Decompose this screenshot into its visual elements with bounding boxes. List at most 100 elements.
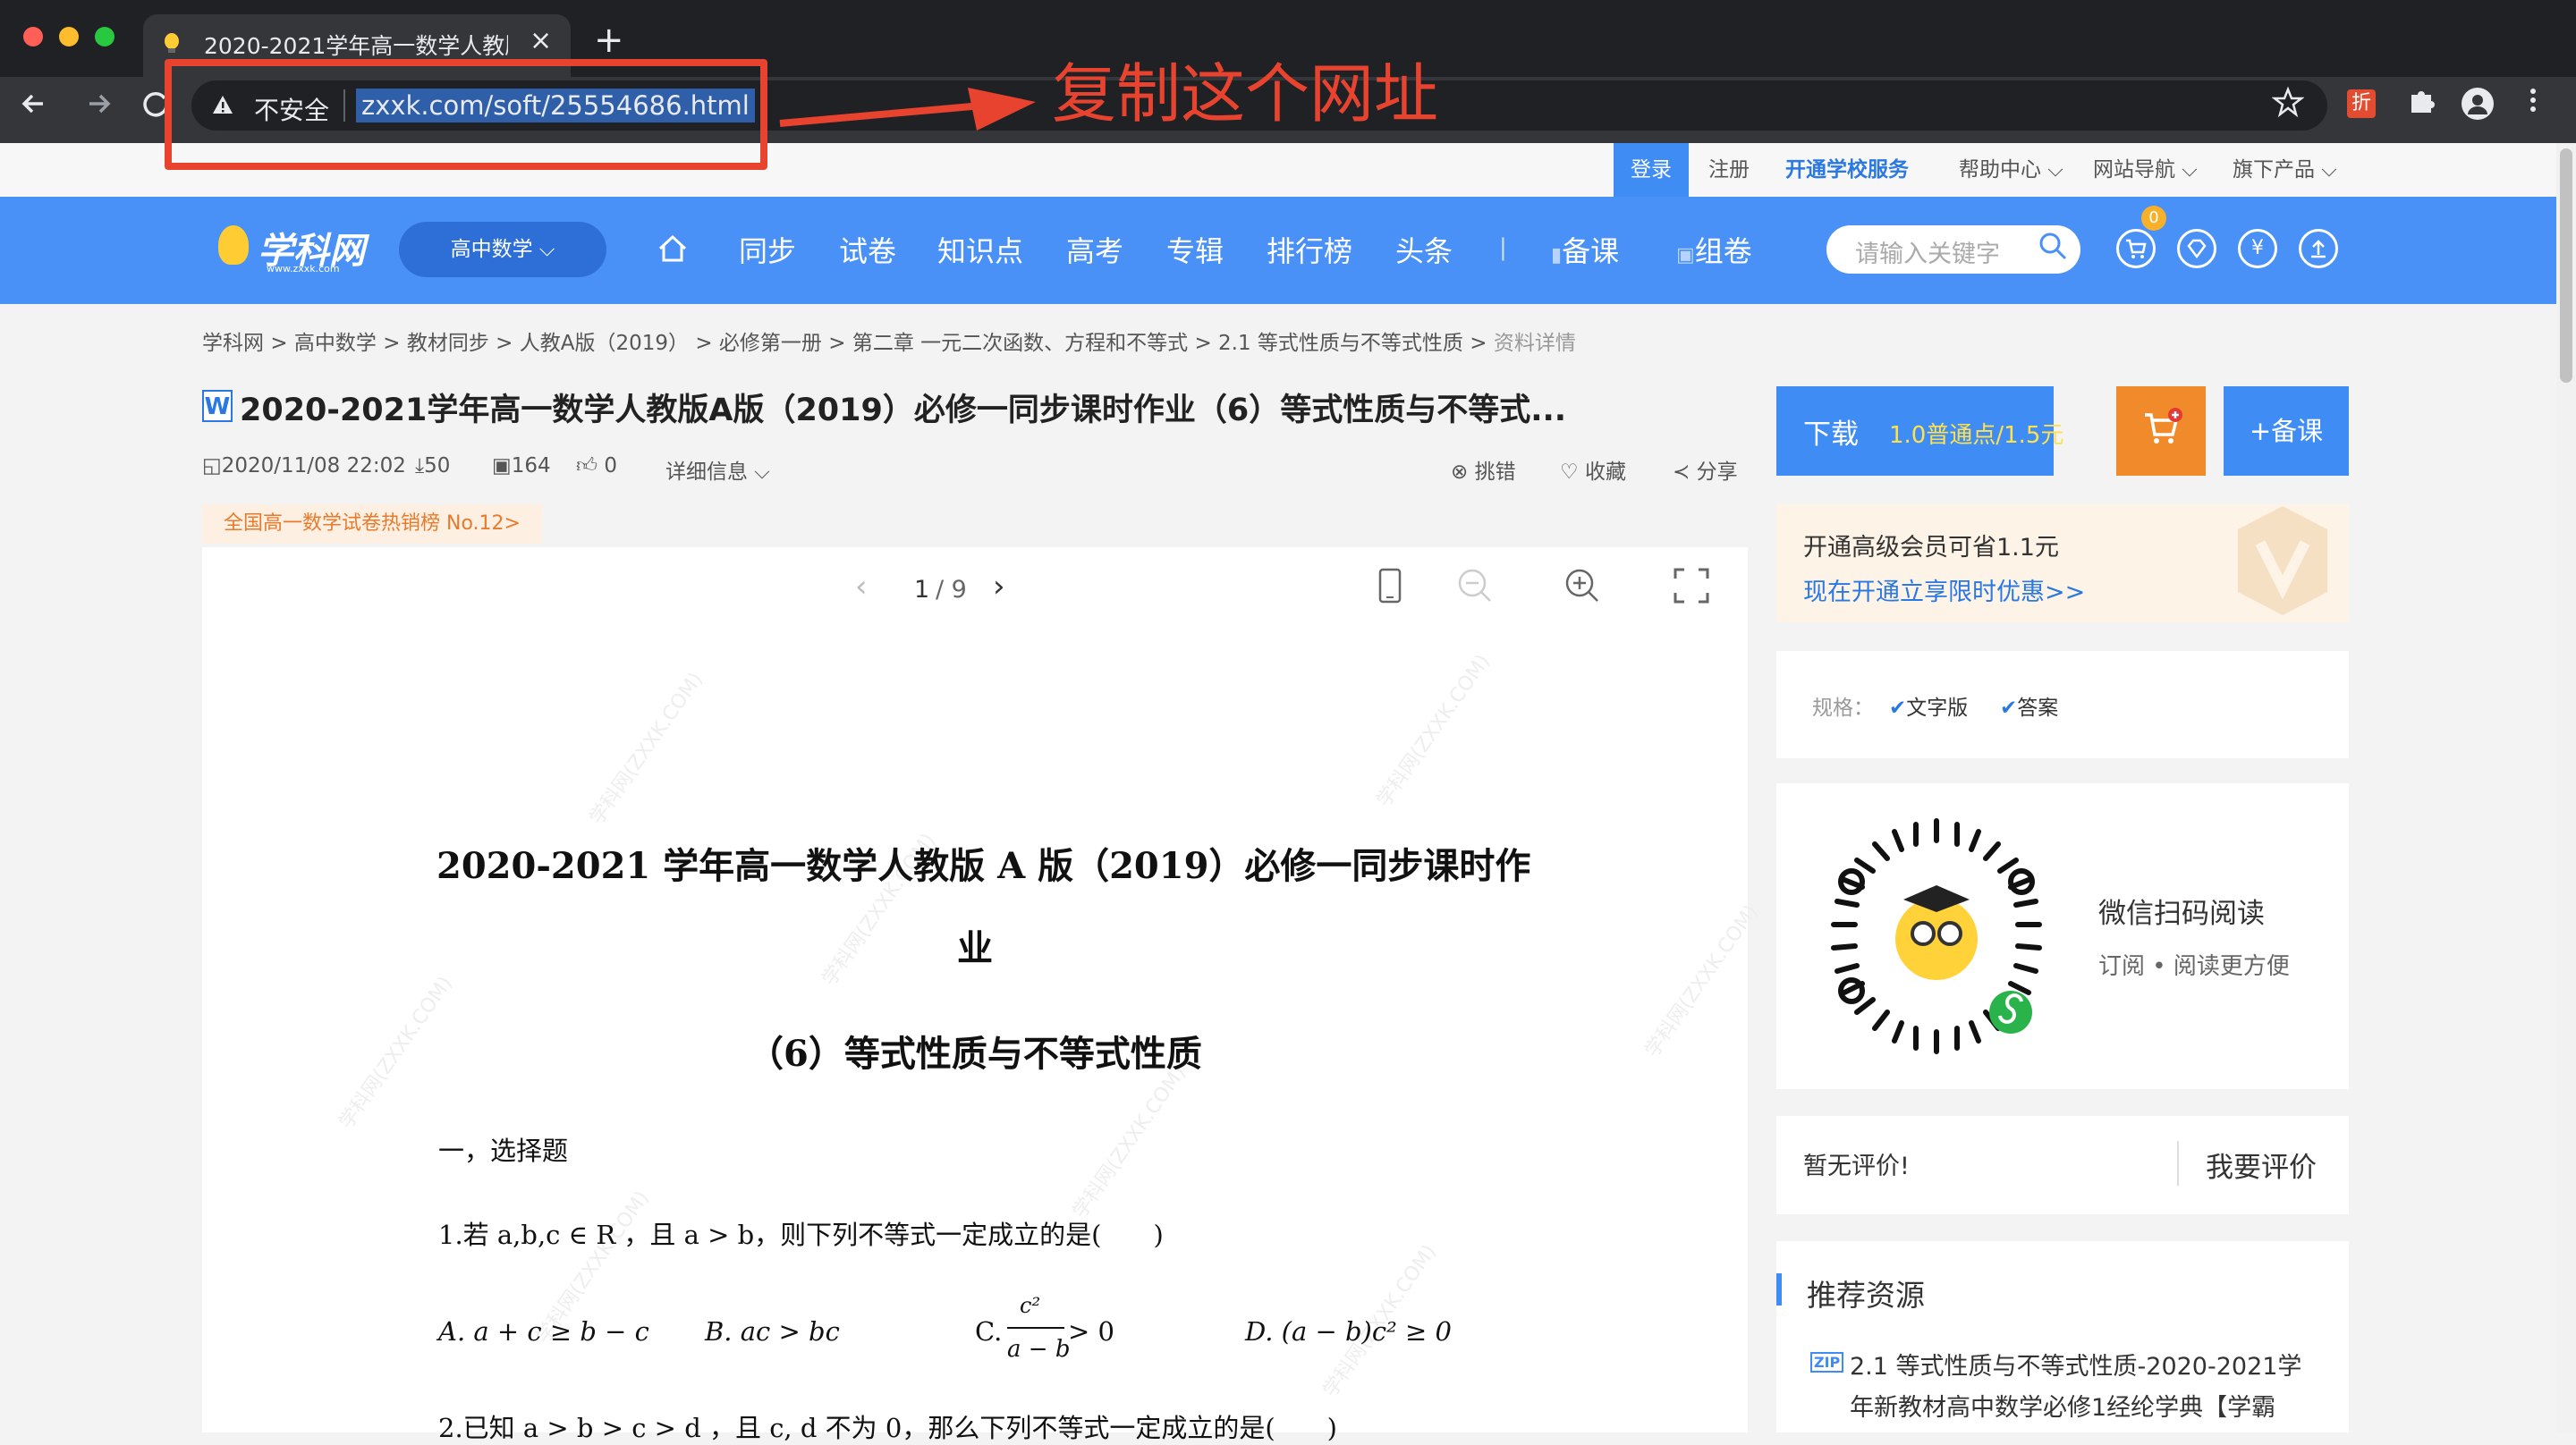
help-center-link[interactable]: 帮助中心 ⌵: [1959, 152, 2063, 182]
hot-rank-tag[interactable]: 全国高一数学试卷热销榜 No.12>: [202, 504, 542, 544]
nav-rankings[interactable]: 排行榜: [1267, 229, 1352, 270]
minimize-window-button[interactable]: [59, 27, 79, 46]
share-button[interactable]: ≺ 分享: [1673, 454, 1738, 485]
nav-headlines[interactable]: 头条: [1395, 229, 1453, 270]
breadcrumb-item[interactable]: 高中数学: [294, 332, 377, 355]
write-review-button[interactable]: 我要评价: [2206, 1145, 2317, 1185]
url-highlight-box: [165, 59, 767, 170]
nav-knowledge[interactable]: 知识点: [937, 229, 1023, 270]
favorite-button[interactable]: ♡ 收藏: [1560, 454, 1626, 485]
extension-zhe-icon[interactable]: 折: [2347, 89, 2376, 118]
view-count: ▣164: [492, 454, 551, 477]
bookmark-star-icon[interactable]: [2271, 86, 2305, 126]
nav-compose-label: 组卷: [1694, 234, 1752, 268]
register-link[interactable]: 注册: [1708, 152, 1750, 182]
option-c-prefix: C.: [975, 1316, 1003, 1347]
cart-icon[interactable]: [2116, 229, 2156, 268]
review-divider: [2177, 1141, 2179, 1186]
question-2: 2.已知 a > b > c > d ，且 c, d 不为 0，那么下列不等式一…: [438, 1413, 1337, 1443]
search-placeholder: 请输入关键字: [1855, 241, 2000, 268]
tab-close-icon[interactable]: ×: [530, 25, 552, 56]
spec-label-text: 规格：: [1812, 697, 1874, 720]
extensions-puzzle-icon[interactable]: [2406, 84, 2438, 124]
compose-icon: ▣: [1676, 244, 1695, 266]
question-1: 1.若 a,b,c ∈ R ，且 a > b，则下列不等式一定成立的是( ): [438, 1220, 1164, 1250]
nav-albums[interactable]: 专辑: [1166, 229, 1224, 270]
details-label: 详细信息: [665, 461, 748, 484]
open-school-service-link[interactable]: 开通学校服务: [1785, 152, 1909, 182]
doc-heading-line3: （6）等式性质与不等式性质: [748, 1033, 1202, 1075]
option-c-relation: > 0: [1068, 1316, 1114, 1347]
breadcrumb-separator: >: [496, 332, 513, 355]
option-c-numerator: c²: [1020, 1293, 1041, 1318]
mobile-view-icon[interactable]: [1377, 567, 1402, 613]
close-window-button[interactable]: [23, 27, 43, 46]
breadcrumb-item[interactable]: 学科网: [202, 332, 264, 355]
check-icon: ✔: [2000, 697, 2018, 720]
zoom-in-icon[interactable]: [1563, 567, 1601, 613]
word-doc-icon: W: [202, 390, 233, 422]
fullscreen-icon[interactable]: [1673, 567, 1710, 613]
yuan-recharge-icon[interactable]: ¥: [2238, 229, 2277, 268]
site-nav-link[interactable]: 网站导航 ⌵: [2093, 152, 2198, 182]
tab-title: 2020-2021学年高一数学人教版: [204, 33, 508, 59]
like-count[interactable]: 👍︎ 0: [576, 454, 617, 478]
recommend-title: 推荐资源: [1807, 1278, 1925, 1313]
upload-icon[interactable]: [2299, 229, 2338, 268]
maximize-window-button[interactable]: [95, 27, 114, 46]
nav-gaokao[interactable]: 高考: [1066, 229, 1123, 270]
back-icon[interactable]: [16, 86, 52, 131]
wechat-miniprogram-qr-icon[interactable]: [1814, 814, 2059, 1059]
spec-answer: ✔答案: [2000, 690, 2058, 721]
qr-subtitle: 订阅 • 阅读更方便: [2098, 953, 2290, 980]
subject-selector[interactable]: 高中数学 ⌵: [399, 222, 606, 277]
favorite-label: 收藏: [1584, 461, 1626, 484]
forward-icon[interactable]: [80, 86, 116, 131]
login-button[interactable]: 登录: [1614, 143, 1689, 197]
zip-file-icon: ZIP: [1810, 1352, 1844, 1373]
favicon-icon: [163, 32, 181, 54]
fraction-bar: [1007, 1327, 1064, 1329]
report-label: 挑错: [1474, 461, 1516, 484]
nav-compose[interactable]: ▣组卷: [1676, 229, 1752, 270]
view-icon: ▣: [492, 454, 512, 477]
breadcrumb-item[interactable]: 人教A版（2019）: [520, 332, 689, 355]
zoom-out-icon[interactable]: [1456, 567, 1494, 613]
prev-page-icon[interactable]: ‹: [855, 569, 868, 604]
nav-papers[interactable]: 试卷: [839, 229, 896, 270]
nav-sync[interactable]: 同步: [739, 229, 796, 270]
breadcrumb-item[interactable]: 第二章 一元二次函数、方程和不等式: [852, 332, 1188, 355]
vip-save-text: 开通高级会员可省1.1元: [1803, 534, 2059, 562]
vip-diamond-icon[interactable]: [2177, 229, 2216, 268]
scrollbar-thumb[interactable]: [2560, 148, 2572, 383]
page-total: / 9: [936, 576, 967, 604]
breadcrumb-separator: >: [383, 332, 401, 355]
browser-menu-icon[interactable]: [2524, 84, 2542, 124]
recommend-item-link[interactable]: 2.1 等式性质与不等式性质-2020-2021学年新教材高中数学必修1经纶学典…: [1850, 1347, 2315, 1429]
add-prep-button[interactable]: +备课: [2224, 386, 2349, 476]
breadcrumb-item[interactable]: 2.1 等式性质与不等式性质: [1218, 332, 1463, 355]
annotation-arrow: [776, 86, 1045, 143]
report-error-button[interactable]: ⊗ 挑错: [1451, 454, 1516, 485]
vip-offer-link[interactable]: 现在开通立享限时优惠>>: [1803, 572, 2085, 607]
nav-prep[interactable]: ▮备课: [1551, 229, 1619, 270]
next-page-icon[interactable]: ›: [993, 569, 1005, 604]
share-label: 分享: [1696, 461, 1738, 484]
spec-answer-label: 答案: [2017, 697, 2059, 720]
calendar-icon: ◱: [202, 454, 222, 477]
download-label: 下载: [1803, 418, 1859, 451]
nav-prep-label: 备课: [1562, 234, 1620, 268]
profile-avatar-icon[interactable]: [2462, 88, 2494, 120]
details-dropdown[interactable]: 详细信息 ⌵: [665, 454, 770, 485]
breadcrumb-item[interactable]: 必修第一册: [719, 332, 822, 355]
products-link[interactable]: 旗下产品 ⌵: [2233, 152, 2337, 182]
section-accent-bar: [1776, 1273, 1782, 1306]
products-label: 旗下产品: [2233, 158, 2315, 182]
upload-date-value: 2020/11/08 22:02: [221, 454, 406, 477]
search-icon[interactable]: [2038, 231, 2068, 269]
breadcrumb-separator: >: [695, 332, 713, 355]
new-tab-button[interactable]: +: [594, 20, 624, 61]
download-price: 1.0普通点/1.5元: [1889, 422, 2064, 449]
home-icon[interactable]: [655, 231, 691, 275]
breadcrumb-item[interactable]: 教材同步: [407, 332, 489, 355]
